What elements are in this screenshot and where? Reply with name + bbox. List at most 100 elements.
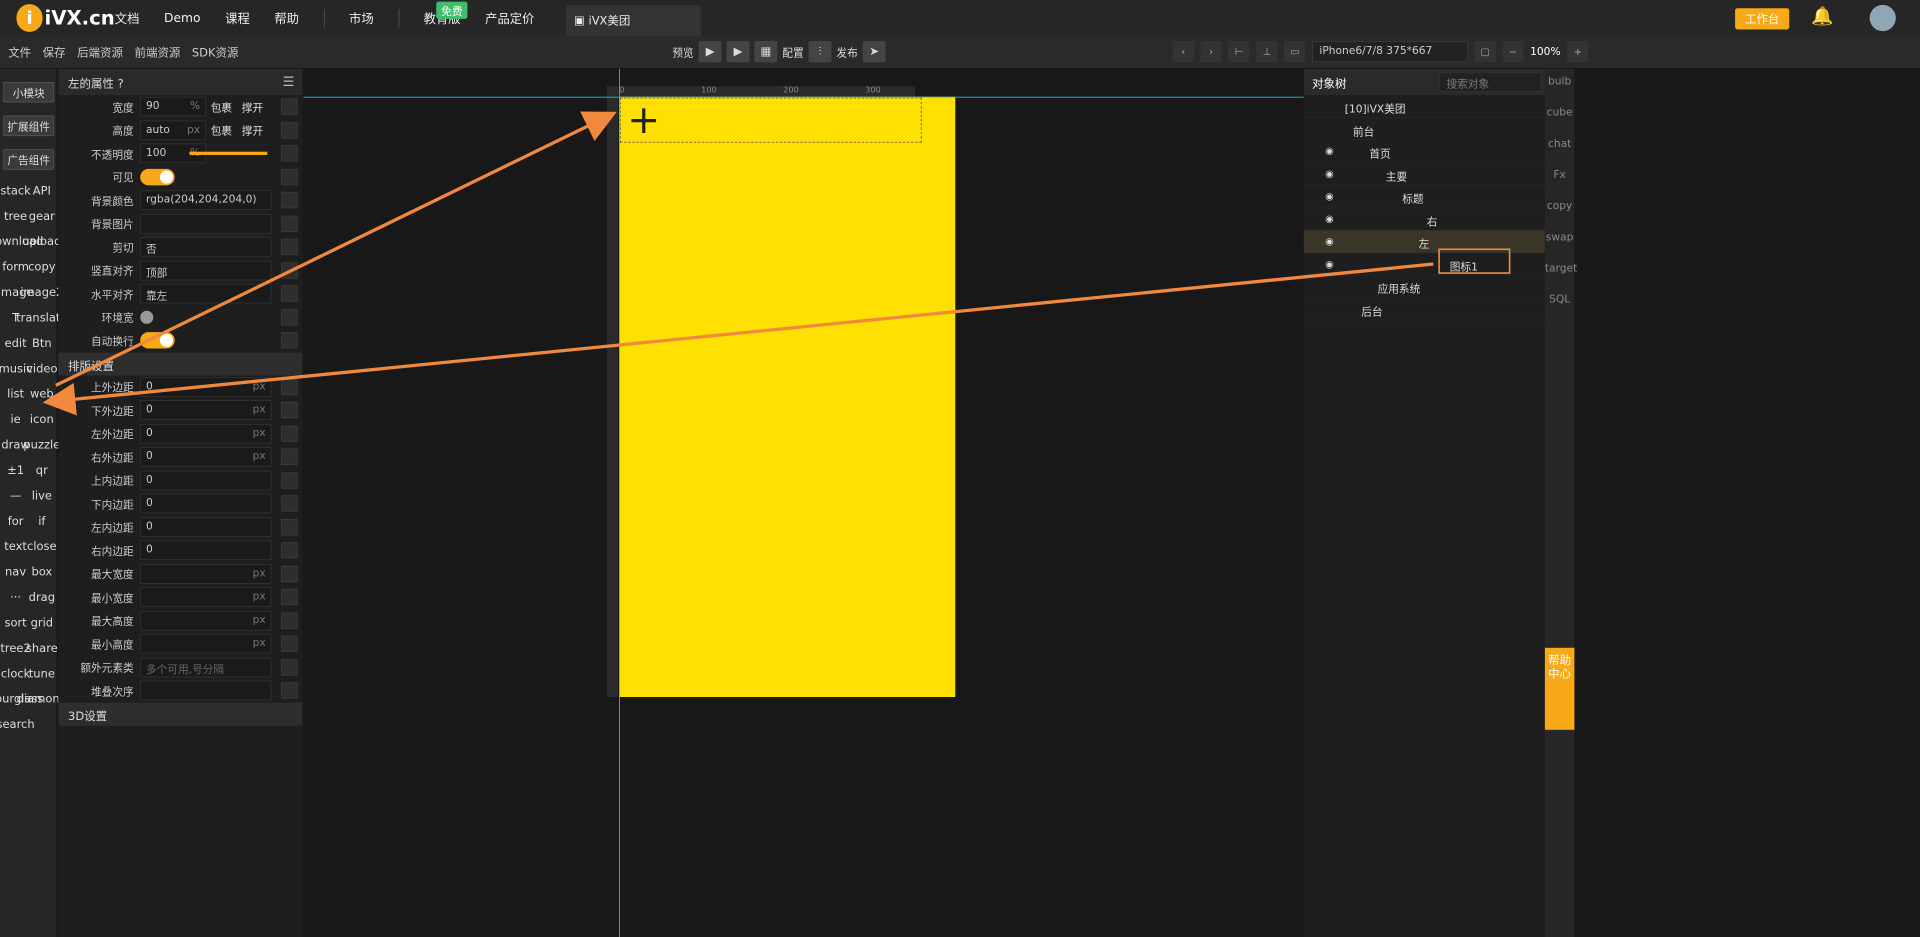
prop-input[interactable]: px <box>140 610 272 631</box>
music-icon[interactable]: music <box>0 359 33 379</box>
play-step-icon[interactable]: ▶ <box>726 41 750 63</box>
text-icon[interactable]: text <box>3 537 28 557</box>
tree-node[interactable]: ◉ 右 <box>1303 208 1545 231</box>
copy-icon[interactable] <box>281 518 298 536</box>
nav-icon[interactable]: nav <box>3 563 28 583</box>
-icon[interactable]: — <box>3 486 28 506</box>
nav-docs[interactable]: 文档 <box>115 9 140 26</box>
monitor-icon[interactable]: ▭ <box>1284 41 1306 63</box>
clock-icon[interactable]: clock <box>1 664 30 684</box>
tree-node[interactable]: 前台 <box>1303 118 1545 141</box>
box-icon[interactable]: box <box>30 563 55 583</box>
share-icon[interactable]: share <box>26 639 58 659</box>
copy-icon[interactable] <box>281 121 298 139</box>
tree-node[interactable]: ◉ 首页 <box>1303 140 1545 163</box>
copy-icon[interactable] <box>281 402 298 419</box>
copy-icon[interactable] <box>281 682 298 699</box>
edit-icon[interactable]: edit <box>3 334 28 354</box>
prop-input[interactable]: 多个可用,号分隔 <box>140 657 272 678</box>
chat-icon[interactable]: chat <box>1545 138 1575 163</box>
prop-input[interactable]: 0 <box>140 517 272 537</box>
prop-input[interactable]: 靠左 <box>140 283 272 304</box>
copy-icon[interactable] <box>281 659 298 676</box>
frontend-resources[interactable]: 前端资源 <box>134 44 180 60</box>
eye-icon[interactable]: ◉ <box>1325 168 1334 179</box>
sql-icon[interactable]: SQL <box>1545 294 1575 319</box>
screenshot-icon[interactable]: ▢ <box>1474 41 1496 63</box>
search-icon[interactable]: search <box>0 715 35 735</box>
play-icon[interactable]: ▶ <box>698 41 722 63</box>
copy-icon[interactable] <box>281 565 298 582</box>
tree-node[interactable]: 后台 <box>1303 298 1545 321</box>
send-icon[interactable]: ➤ <box>862 41 886 63</box>
copy-icon[interactable] <box>281 635 298 653</box>
upload-icon[interactable]: upload <box>22 232 61 252</box>
ie-icon[interactable]: ie <box>3 410 28 430</box>
help-center-button[interactable]: 帮助中心 <box>1544 647 1575 730</box>
prop-input[interactable]: 0 px <box>140 447 272 467</box>
if-icon[interactable]: if <box>30 512 55 532</box>
nav-pricing[interactable]: 产品定价 <box>485 9 534 26</box>
phone-page[interactable]: + <box>619 96 956 697</box>
prop-input[interactable]: px <box>140 563 272 584</box>
copy-icon[interactable] <box>281 192 298 209</box>
copy-icon[interactable] <box>281 542 298 559</box>
list-icon[interactable]: list <box>3 385 28 405</box>
copy-icon[interactable] <box>281 378 298 396</box>
for-icon[interactable]: for <box>3 512 28 532</box>
tab-small-module[interactable]: 小模块 <box>3 82 55 103</box>
nav-courses[interactable]: 课程 <box>225 9 250 26</box>
copy-icon[interactable] <box>281 285 298 302</box>
zoom-out-icon[interactable]: − <box>1502 41 1524 63</box>
device-select[interactable]: iPhone6/7/8 375*667 <box>1312 41 1468 63</box>
video-icon[interactable]: video <box>26 359 57 379</box>
eye-icon[interactable]: ◉ <box>1325 190 1334 201</box>
icon-icon[interactable]: icon <box>30 410 55 430</box>
swap-icon[interactable]: swap <box>1545 231 1575 256</box>
wrap-button[interactable]: 包裹 <box>211 122 232 138</box>
copy-icon[interactable] <box>281 238 298 256</box>
forward-icon[interactable]: › <box>1200 41 1222 63</box>
tree-node[interactable]: ◉ 图标1 <box>1303 248 1545 276</box>
prop-input[interactable]: px <box>140 634 272 654</box>
tree-icon[interactable]: tree <box>3 207 28 227</box>
prop-input[interactable]: 0 px <box>140 423 272 444</box>
logo[interactable]: i iVX.cn <box>16 4 115 32</box>
copy-icon[interactable] <box>281 308 298 326</box>
tree2-icon[interactable]: tree2 <box>0 639 30 659</box>
tree-node[interactable]: ◉ 主要 <box>1303 163 1545 186</box>
prop-input[interactable]: 0 px <box>140 400 272 421</box>
prop-input[interactable]: auto px <box>140 120 206 141</box>
eye-icon[interactable]: ◉ <box>1325 235 1334 246</box>
align-left-icon[interactable]: ⊢ <box>1228 41 1250 63</box>
project-tab[interactable]: ▣ iVX美团 <box>565 4 702 37</box>
bell-icon[interactable]: 🔔 <box>1811 7 1833 28</box>
close-icon[interactable]: close <box>27 537 57 557</box>
copy-icon[interactable] <box>281 168 298 186</box>
-icon[interactable]: ··· <box>3 588 28 608</box>
fx-icon[interactable]: Fx <box>1545 169 1575 194</box>
copy-icon[interactable] <box>281 425 298 442</box>
selected-container[interactable] <box>619 97 922 143</box>
avatar[interactable] <box>1869 4 1896 32</box>
tree-node[interactable]: [10]iVX美团 <box>1303 95 1545 118</box>
prop-input[interactable]: 0 px <box>140 376 272 397</box>
copy-icon[interactable] <box>281 332 298 349</box>
tree-node[interactable]: 应用系统 <box>1303 276 1545 299</box>
copy-icon[interactable] <box>281 448 298 466</box>
copy-icon[interactable] <box>281 98 298 116</box>
tune-icon[interactable]: ⫶ <box>808 41 832 63</box>
image2-icon[interactable]: image2 <box>20 283 63 303</box>
API-icon[interactable]: API <box>30 181 55 201</box>
wrap-button[interactable]: 包裹 <box>211 99 232 114</box>
tab-extension-components[interactable]: 扩展组件 <box>3 115 55 137</box>
nav-help[interactable]: 帮助 <box>274 9 299 26</box>
toggle-switch[interactable] <box>140 332 175 349</box>
copy-icon[interactable] <box>281 588 298 606</box>
radio-button[interactable] <box>140 310 154 324</box>
eye-icon[interactable]: ◉ <box>1325 213 1334 224</box>
design-canvas[interactable]: 0 100 200 300 + <box>303 68 1304 937</box>
web-icon[interactable]: web <box>30 385 55 405</box>
section-3d[interactable]: 3D设置 <box>58 702 303 726</box>
menu-icon[interactable]: ☰ <box>283 74 295 90</box>
